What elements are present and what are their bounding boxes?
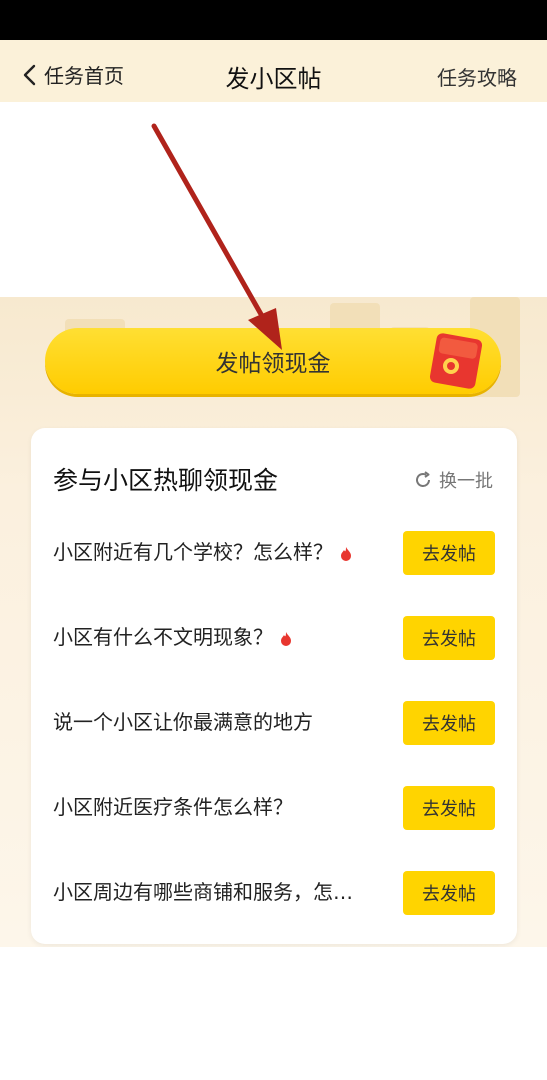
bottom-blank xyxy=(0,947,547,1080)
refresh-icon xyxy=(416,471,430,487)
cta-label: 发帖领现金 xyxy=(215,351,331,377)
go-post-button[interactable]: 去发帖 xyxy=(403,531,495,575)
nav-bar: 任务首页 发小区帖 任务攻略 xyxy=(0,40,547,102)
topic-row: 小区周边有哪些商铺和服务，怎… 去发帖 xyxy=(31,863,517,923)
topic-label: 小区附近有几个学校？怎么样？ xyxy=(53,540,333,564)
topic-row: 小区附近医疗条件怎么样？ 去发帖 xyxy=(31,778,517,838)
refresh-label: 换一批 xyxy=(439,471,493,492)
topic-label: 小区有什么不文明现象？ xyxy=(53,625,273,649)
fire-icon xyxy=(341,546,351,561)
topic-label: 小区附近医疗条件怎么样？ xyxy=(53,795,293,819)
go-post-button[interactable]: 去发帖 xyxy=(403,871,495,915)
go-post-button[interactable]: 去发帖 xyxy=(403,701,495,745)
status-bar xyxy=(0,0,547,40)
hot-topics-card: 参与小区热聊领现金 换一批 小区附近有几个学校？怎么样？ 去发帖 小区有什么不文… xyxy=(31,428,517,944)
topic-row: 小区有什么不文明现象？ 去发帖 xyxy=(31,608,517,668)
refresh-button[interactable]: 换一批 xyxy=(413,467,493,493)
topic-text: 小区附近有几个学校？怎么样？ xyxy=(53,536,353,565)
topic-text: 小区有什么不文明现象？ xyxy=(53,621,293,650)
go-post-button[interactable]: 去发帖 xyxy=(403,616,495,660)
topic-label: 说一个小区让你最满意的地方 xyxy=(53,710,313,734)
topic-row: 小区附近有几个学校？怎么样？ 去发帖 xyxy=(31,523,517,583)
task-guide-link[interactable]: 任务攻略 xyxy=(437,62,517,91)
content-blank xyxy=(0,102,547,297)
topic-row: 说一个小区让你最满意的地方 去发帖 xyxy=(31,693,517,753)
go-post-button[interactable]: 去发帖 xyxy=(403,786,495,830)
card-title: 参与小区热聊领现金 xyxy=(53,466,279,495)
topic-label: 小区周边有哪些商铺和服务，怎… xyxy=(53,880,353,904)
fire-icon xyxy=(281,631,291,646)
red-envelope-icon xyxy=(429,333,483,389)
